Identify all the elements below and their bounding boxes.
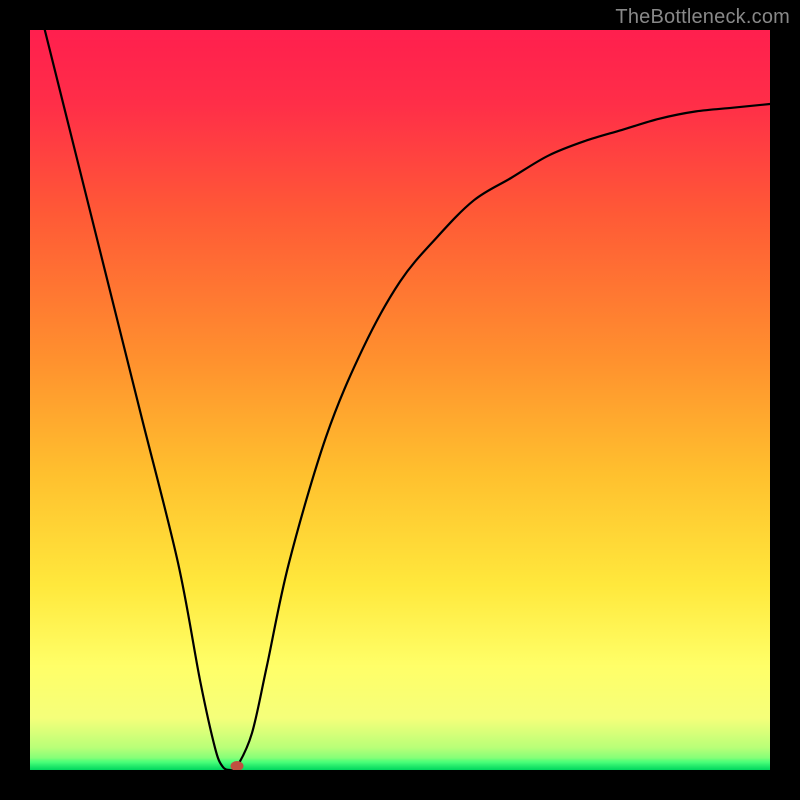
chart-frame: TheBottleneck.com (0, 0, 800, 800)
curve-layer (30, 30, 770, 770)
watermark-text: TheBottleneck.com (615, 6, 790, 29)
plot-area (30, 30, 770, 770)
optimum-marker (231, 761, 244, 770)
bottleneck-curve (45, 30, 770, 770)
